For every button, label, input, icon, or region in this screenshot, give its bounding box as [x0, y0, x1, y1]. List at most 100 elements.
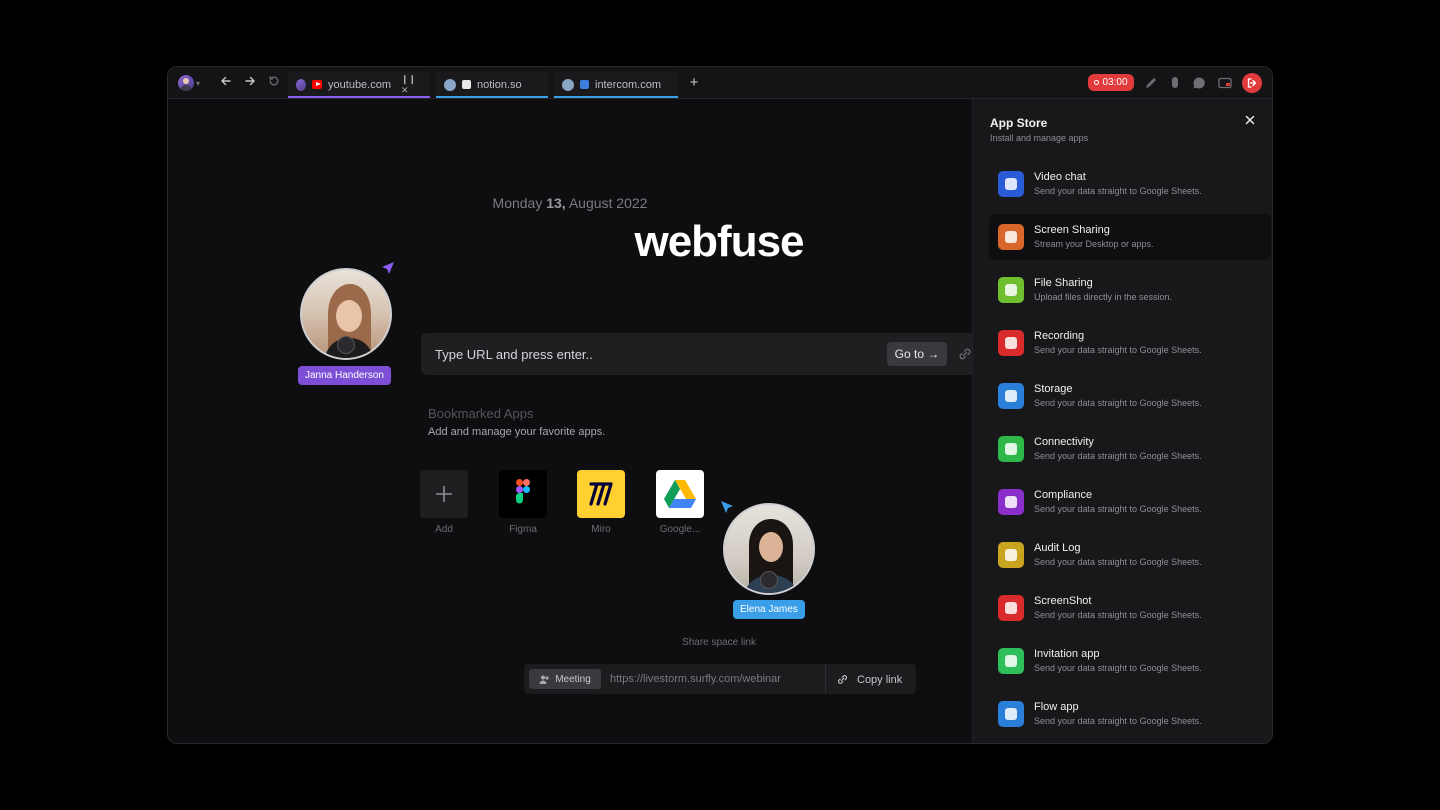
- cursor-icon: [721, 501, 733, 513]
- app-label: Figma: [509, 524, 537, 535]
- reload-button[interactable]: [266, 75, 282, 91]
- participant-video: [723, 503, 815, 595]
- app-store-item[interactable]: ScreenShot Send your data straight to Goo…: [989, 585, 1271, 631]
- copy-link-label: Copy link: [857, 673, 903, 686]
- tab-youtube[interactable]: youtube.com ❙❙ ✕: [288, 71, 430, 98]
- youtube-icon: [312, 80, 323, 89]
- forward-button[interactable]: [242, 75, 258, 91]
- go-to-button[interactable]: Go to →: [887, 342, 947, 366]
- avatar: [562, 78, 574, 91]
- new-tab-button[interactable]: +: [686, 75, 702, 91]
- plus-icon: [420, 470, 468, 518]
- date-month-year: August 2022: [568, 195, 648, 211]
- back-button[interactable]: [218, 75, 234, 91]
- close-button[interactable]: [1243, 113, 1257, 127]
- app-description: Send your data straight to Google Sheets…: [1034, 504, 1202, 514]
- bookmark-google-drive[interactable]: Google...: [650, 470, 710, 535]
- tab-label: youtube.com: [328, 78, 392, 91]
- copy-link-button[interactable]: Copy link: [836, 673, 902, 686]
- app-name: Flow app: [1034, 701, 1079, 713]
- app-name: Video chat: [1034, 171, 1086, 183]
- close-icon: [1245, 115, 1255, 125]
- app-store-item[interactable]: Audit Log Send your data straight to Goog…: [989, 532, 1271, 578]
- arrow-left-icon: [221, 76, 231, 86]
- fingerprint-icon: [998, 542, 1024, 568]
- compliance-icon: [998, 489, 1024, 515]
- app-name: Recording: [1034, 330, 1085, 342]
- mouse-icon: [1172, 77, 1178, 88]
- panel-title: App Store: [990, 116, 1048, 130]
- recording-timer[interactable]: 03:00: [1088, 74, 1134, 91]
- app-name: Storage: [1034, 383, 1073, 395]
- participant-elena: Elena James: [721, 501, 815, 619]
- pen-button[interactable]: [1143, 75, 1159, 91]
- app-store-item[interactable]: Storage Send your data straight to Google…: [989, 373, 1271, 419]
- browser-window: ▾ youtube.com ❙❙ ✕ notion.so intercom.co…: [167, 66, 1273, 744]
- user-menu-button[interactable]: ▾: [178, 74, 208, 92]
- connectivity-icon: [998, 436, 1024, 462]
- app-description: Send your data straight to Google Sheets…: [1034, 663, 1202, 673]
- intercom-icon: [580, 80, 589, 89]
- panel-subtitle: Install and manage apps: [990, 133, 1089, 143]
- cursor-icon: [382, 262, 394, 274]
- date-day: 13,: [546, 195, 566, 211]
- bookmark-figma[interactable]: Figma: [493, 470, 553, 535]
- app-description: Upload files directly in the session.: [1034, 292, 1173, 302]
- video-camera-icon: [998, 171, 1024, 197]
- app-store-item[interactable]: Compliance Send your data straight to Goo…: [989, 479, 1271, 525]
- app-store-item[interactable]: Screen Sharing Stream your Desktop or app…: [989, 214, 1271, 260]
- url-input[interactable]: [421, 333, 871, 375]
- tab-bar: ▾ youtube.com ❙❙ ✕ notion.so intercom.co…: [168, 67, 1272, 99]
- figma-icon: [499, 470, 547, 518]
- participant-janna: Janna Handerson: [298, 262, 394, 385]
- app-name: Connectivity: [1034, 436, 1094, 448]
- share-url[interactable]: https://livestorm.surfly.com/webinar: [610, 673, 781, 685]
- screen-button[interactable]: [1217, 75, 1233, 91]
- audio-wave-icon: [337, 336, 355, 354]
- app-store-item[interactable]: Video chat Send your data straight to Goo…: [989, 161, 1271, 207]
- leave-session-button[interactable]: [1242, 73, 1262, 93]
- bookmark-miro[interactable]: Miro: [571, 470, 631, 535]
- meeting-badge[interactable]: Meeting: [529, 669, 601, 689]
- app-name: Compliance: [1034, 489, 1093, 501]
- tab-notion[interactable]: notion.so: [436, 71, 548, 98]
- tab-underline: [436, 96, 548, 98]
- chat-button[interactable]: [1191, 75, 1207, 91]
- share-link-bar: Meeting https://livestorm.surfly.com/web…: [524, 664, 916, 694]
- tab-label: notion.so: [477, 78, 522, 91]
- audio-wave-icon: [760, 571, 778, 589]
- app-description: Send your data straight to Google Sheets…: [1034, 716, 1202, 726]
- record-dot-icon: [1094, 80, 1100, 85]
- app-store-panel: App Store Install and manage apps Video …: [972, 99, 1272, 743]
- flow-icon: [998, 701, 1024, 727]
- app-description: Stream your Desktop or apps.: [1034, 239, 1154, 249]
- bookmarks-subtitle: Add and manage your favorite apps.: [428, 426, 606, 438]
- app-name: ScreenShot: [1034, 595, 1092, 607]
- arrow-right-icon: [245, 76, 255, 86]
- app-description: Send your data straight to Google Sheets…: [1034, 557, 1202, 567]
- app-store-item[interactable]: Flow app Send your data straight to Googl…: [989, 691, 1271, 737]
- app-store-item[interactable]: File Sharing Upload files directly in the…: [989, 267, 1271, 313]
- app-description: Send your data straight to Google Sheets…: [1034, 398, 1202, 408]
- app-name: File Sharing: [1034, 277, 1093, 289]
- add-user-icon: [998, 648, 1024, 674]
- app-store-item[interactable]: Connectivity Send your data straight to G…: [989, 426, 1271, 472]
- mouse-button[interactable]: [1167, 75, 1183, 91]
- link-icon[interactable]: [957, 346, 973, 362]
- date-weekday: Monday: [492, 195, 543, 211]
- date-label: Monday 13, August 2022: [168, 195, 972, 211]
- tab-intercom[interactable]: intercom.com: [554, 71, 678, 98]
- notion-icon: [462, 80, 471, 89]
- app-store-item[interactable]: Invitation app Send your data straight to…: [989, 638, 1271, 684]
- google-drive-icon: [656, 470, 704, 518]
- recording-icon: [998, 330, 1024, 356]
- recording-time: 03:00: [1102, 77, 1128, 88]
- exit-icon: [1247, 78, 1257, 88]
- screen-share-icon: [1218, 77, 1232, 89]
- url-bar: Go to →: [421, 333, 1001, 375]
- bookmark-add[interactable]: Add: [414, 470, 474, 535]
- meeting-label: Meeting: [555, 673, 591, 685]
- app-label: Add: [435, 524, 453, 535]
- pause-close-controls[interactable]: ❙❙ ✕: [401, 74, 422, 96]
- app-store-item[interactable]: Recording Send your data straight to Goog…: [989, 320, 1271, 366]
